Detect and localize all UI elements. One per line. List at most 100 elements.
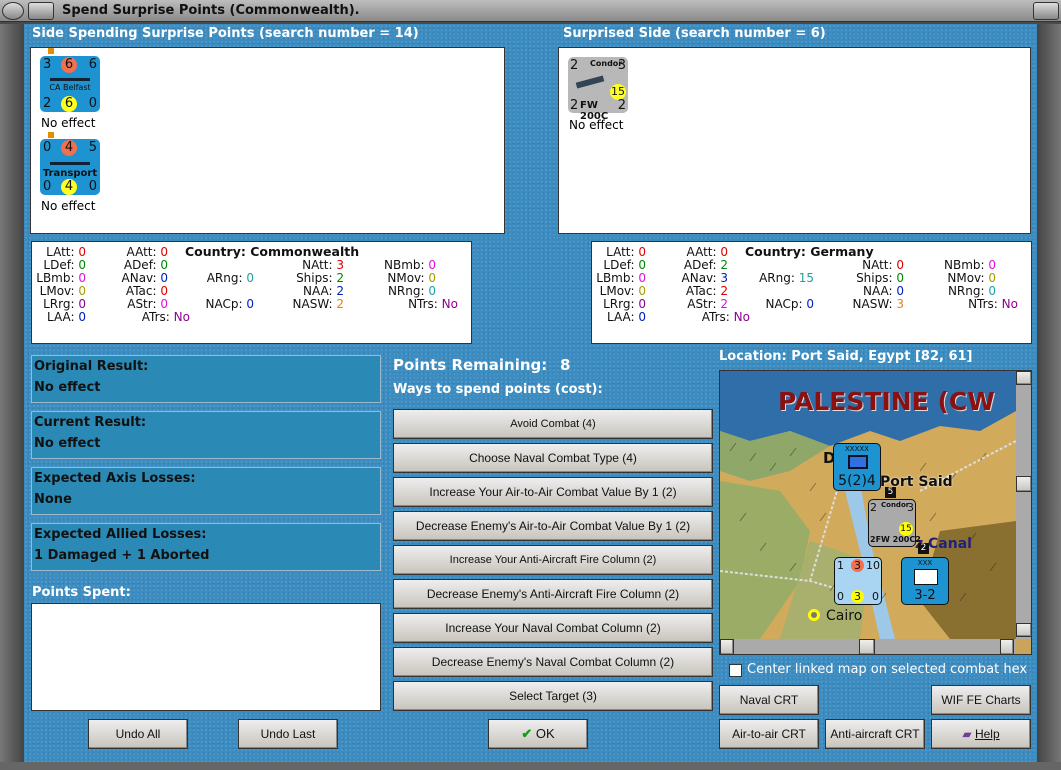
- unit-size: XXX: [917, 559, 933, 567]
- scroll-thumb[interactable]: [1016, 476, 1031, 492]
- stat-value: 15: [798, 271, 814, 285]
- unit-counter-transport[interactable]: 0 4 5 Transport 0 4 0: [40, 139, 100, 195]
- stat-value: 0: [78, 310, 86, 324]
- stat-nacp: NACp: 0: [766, 298, 814, 311]
- stat-value: 0: [160, 297, 168, 311]
- title-bar: Spend Surprise Points (Commonwealth).: [0, 0, 1061, 22]
- unit-marker: [48, 48, 54, 54]
- ok-label: OK: [535, 726, 555, 741]
- stat-label: NRng:: [947, 284, 989, 298]
- country-label: Country: Germany: [745, 244, 874, 259]
- stat-atrs: ATrs: No: [702, 311, 750, 324]
- map-vertical-scrollbar[interactable]: [1016, 371, 1031, 639]
- anti-aircraft-crt-button[interactable]: Anti-aircraft CRT: [825, 719, 925, 749]
- center-linked-label: Center linked map on selected combat hex: [747, 662, 1028, 677]
- collapse-button[interactable]: [28, 2, 54, 20]
- scroll-left-button[interactable]: [720, 639, 734, 654]
- ship-icon: [50, 75, 90, 81]
- stat-label: LRrg:: [603, 297, 639, 311]
- map-condor-counter[interactable]: 2 Condor 3 15 2FW 200C2: [868, 499, 921, 547]
- stat-value: 0: [428, 258, 436, 272]
- close-button[interactable]: [1033, 2, 1059, 20]
- stat-label: LBmb:: [596, 271, 639, 285]
- counter-value: 10: [866, 559, 880, 572]
- points-spent-list[interactable]: [31, 603, 381, 711]
- scroll-thumb[interactable]: [859, 639, 875, 654]
- scroll-up-button[interactable]: [1016, 371, 1031, 385]
- map-infantry-counter[interactable]: XXX 3-2: [901, 557, 949, 605]
- stat-value: No: [733, 310, 750, 324]
- wif-charts-button[interactable]: WIF FE Charts: [931, 685, 1031, 715]
- unit-counter-ca-belfast[interactable]: 3 6 6 CA Belfast 2 6 0: [40, 56, 100, 112]
- spend-option-button[interactable]: Increase Your Naval Combat Column (2): [393, 613, 713, 643]
- help-button[interactable]: ▰ Help: [931, 719, 1031, 749]
- counter-value: 6: [61, 57, 77, 73]
- stat-value: 3: [336, 258, 344, 272]
- counter-value: 0: [872, 590, 879, 603]
- stat-label: NASW:: [292, 297, 337, 311]
- window-frame-right: [1037, 24, 1061, 770]
- stat-label: ANav:: [121, 271, 161, 285]
- stat-value: 0: [160, 258, 168, 272]
- scroll-down-button[interactable]: [1016, 623, 1031, 637]
- ship-icon: [50, 159, 90, 165]
- stat-value: 0: [78, 245, 86, 259]
- stat-value: 0: [638, 245, 646, 259]
- stat-value: 0: [246, 271, 254, 285]
- unit-result: No effect: [41, 199, 96, 213]
- map-region-label: PALESTINE (CW: [778, 387, 995, 416]
- counter-value: 2: [570, 98, 579, 113]
- unit-marker: [48, 132, 54, 138]
- points-remaining-value: 8: [560, 356, 571, 374]
- stat-label: ADef:: [683, 258, 721, 272]
- stat-label: AAtt:: [126, 245, 161, 259]
- stat-label: ANav:: [681, 271, 721, 285]
- window-frame-bottom: [0, 762, 1061, 770]
- undo-all-button[interactable]: Undo All: [88, 719, 188, 749]
- map-horizontal-scrollbar[interactable]: [720, 639, 1016, 654]
- stat-ntrs: NTrs: No: [408, 298, 458, 311]
- counter-value: 0: [837, 590, 844, 603]
- stat-value: 0: [160, 284, 168, 298]
- spend-option-button[interactable]: Decrease Enemy's Anti-Aircraft Fire Colu…: [393, 579, 713, 609]
- stat-label: NBmb:: [943, 258, 989, 272]
- counter-value: 3: [617, 58, 626, 73]
- stat-value: 0: [988, 271, 996, 285]
- spend-option-button[interactable]: Avoid Combat (4): [393, 409, 713, 439]
- stat-value: 0: [638, 310, 646, 324]
- ok-button[interactable]: ✔ OK: [488, 719, 588, 749]
- stat-value: 0: [78, 271, 86, 285]
- air-to-air-crt-button[interactable]: Air-to-air CRT: [719, 719, 819, 749]
- spend-option-button[interactable]: Select Target (3): [393, 681, 713, 711]
- stat-label: Ships:: [296, 271, 337, 285]
- stat-label: LDef:: [603, 258, 639, 272]
- center-linked-checkbox[interactable]: [729, 664, 742, 677]
- naval-crt-button[interactable]: Naval CRT: [719, 685, 819, 715]
- stat-label: NMov:: [947, 271, 989, 285]
- unit-name: Transport: [42, 168, 98, 179]
- scroll-right-button[interactable]: [1000, 639, 1014, 654]
- spend-option-button[interactable]: Decrease Enemy's Naval Combat Column (2): [393, 647, 713, 677]
- spend-option-button[interactable]: Decrease Enemy's Air-to-Air Combat Value…: [393, 511, 713, 541]
- unit-name: 2FW 200C2: [870, 535, 921, 544]
- spend-option-button[interactable]: Increase Your Anti-Aircraft Fire Column …: [393, 545, 713, 575]
- unit-value: 5(2)4: [838, 473, 876, 489]
- stat-laa: LAA: 0: [47, 311, 86, 324]
- counter-value: 3: [851, 590, 864, 603]
- right-side-header: Surprised Side (search number = 6): [563, 26, 826, 41]
- stat-value: 0: [638, 271, 646, 285]
- system-menu-icon[interactable]: [2, 2, 24, 20]
- map-hq-counter[interactable]: XXXXX 5(2)4: [833, 443, 881, 491]
- axis-losses-box: Expected Axis Losses: None: [31, 467, 381, 515]
- undo-last-button[interactable]: Undo Last: [238, 719, 338, 749]
- spend-option-button[interactable]: Increase Your Air-to-Air Combat Value By…: [393, 477, 713, 507]
- counter-value: 1: [837, 559, 844, 572]
- help-book-icon: ▰: [962, 727, 972, 741]
- stat-atrs: ATrs: No: [142, 311, 190, 324]
- map-view[interactable]: PALESTINE (CW D Port Said z Canal Cairo …: [719, 370, 1032, 655]
- result-label: Expected Axis Losses:: [34, 471, 196, 486]
- aircraft-icon: [575, 75, 605, 89]
- map-ship-counter[interactable]: 1 3 10 0 3 0: [834, 557, 882, 605]
- spend-option-button[interactable]: Choose Naval Combat Type (4): [393, 443, 713, 473]
- unit-counter-condor[interactable]: 2 Condor 3 15 2 FW 200C 2: [568, 57, 628, 122]
